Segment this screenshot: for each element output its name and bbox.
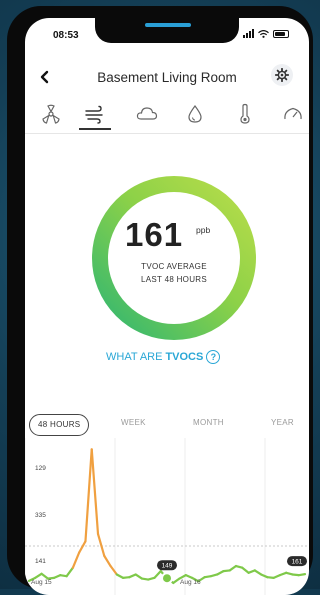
- value-tooltip-label: 149: [162, 563, 173, 570]
- series-segment: [103, 554, 112, 568]
- range-tab-month[interactable]: MONTH: [193, 418, 224, 427]
- tvoc-label-line1: TVOC AVERAGE: [141, 262, 207, 271]
- tab-airflow[interactable]: [75, 98, 115, 130]
- droplet-icon: [188, 104, 202, 123]
- header: Basement Living Room: [25, 62, 309, 92]
- back-button[interactable]: [37, 68, 53, 86]
- series-segment: [297, 573, 307, 577]
- series-segment: [253, 569, 263, 576]
- series-segment: [134, 573, 144, 580]
- tvoc-value: 161: [125, 216, 184, 253]
- range-tab-48-hours[interactable]: 48 HOURS: [29, 414, 90, 436]
- series-segment: [241, 566, 250, 574]
- link-emphasis: TVOCS: [165, 351, 204, 363]
- series-segment: [90, 448, 100, 536]
- radon-icon: [42, 104, 60, 124]
- range-tab-year[interactable]: YEAR: [271, 418, 294, 427]
- sensor-tabs: [25, 96, 309, 132]
- notch-indicator: [145, 23, 191, 27]
- page-title: Basement Living Room: [97, 70, 237, 85]
- series-segment: [172, 577, 181, 585]
- back-arrow-icon: [40, 70, 49, 84]
- selected-point[interactable]: [161, 572, 173, 585]
- wifi-icon: [258, 29, 269, 38]
- cloud-icon: [136, 107, 158, 120]
- gauge-icon: [284, 107, 302, 120]
- series-segment: [34, 572, 43, 579]
- tvoc-line-chart: 149 161: [25, 438, 309, 595]
- tab-pressure[interactable]: [273, 98, 309, 130]
- tvoc-gauge-ring: [92, 176, 256, 340]
- series-segment: [109, 564, 118, 576]
- thermometer-icon: [240, 103, 250, 124]
- tab-moisture[interactable]: [175, 98, 215, 130]
- series-segment: [40, 572, 49, 580]
- series-segment: [84, 448, 93, 543]
- series-segment: [153, 569, 162, 579]
- tvoc-label-line2: LAST 48 HOURS: [141, 275, 207, 284]
- settings-button[interactable]: [271, 64, 293, 86]
- help-icon: ?: [206, 350, 221, 364]
- status-icons: [243, 29, 289, 38]
- link-prefix: WHAT ARE: [106, 351, 163, 363]
- notch: [95, 18, 239, 43]
- range-tab-week[interactable]: WEEK: [121, 418, 146, 427]
- x-axis-label-mid: Aug 16: [180, 579, 201, 586]
- app-screen: 08:53 Basement Living Room 161 ppb TVOC …: [25, 18, 309, 595]
- tab-radon[interactable]: [31, 98, 71, 130]
- y-axis-label-top: 129: [35, 465, 46, 472]
- battery-icon: [273, 29, 289, 38]
- what-are-tvocs-link[interactable]: WHAT ARE TVOCS ?: [106, 349, 221, 365]
- gear-icon: [275, 68, 289, 82]
- signal-icon: [243, 29, 254, 38]
- tabs-divider: [25, 133, 309, 134]
- phone-frame: 08:53 Basement Living Room 161 ppb TVOC …: [7, 6, 313, 595]
- time-range-tabs: 48 HOURS WEEK MONTH YEAR: [25, 414, 309, 438]
- series-segment: [96, 532, 106, 557]
- y-axis-label-mid: 335: [35, 512, 46, 519]
- status-time: 08:53: [53, 30, 79, 41]
- series-segment: [71, 551, 81, 569]
- status-bar: 08:53: [25, 18, 309, 52]
- airflow-icon: [85, 105, 103, 124]
- y-axis-label-low: 141: [35, 558, 46, 565]
- x-axis-label-start: Aug 15: [31, 579, 52, 586]
- tab-temperature[interactable]: [225, 98, 265, 130]
- tvoc-unit: ppb: [196, 225, 211, 235]
- series-segment: [78, 540, 87, 554]
- tab-humidity[interactable]: [127, 98, 167, 130]
- series-segment: [228, 564, 238, 572]
- value-tooltip-label: 161: [292, 559, 303, 566]
- series-segment: [65, 566, 75, 578]
